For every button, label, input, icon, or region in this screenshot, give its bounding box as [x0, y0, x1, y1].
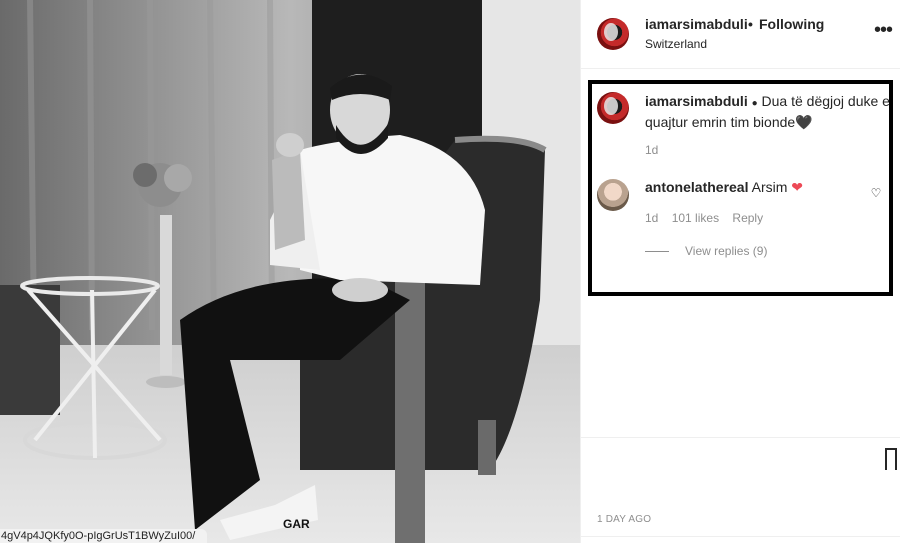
- more-options-icon[interactable]: •••: [873, 20, 893, 43]
- owner-username[interactable]: iamarsimabduli: [645, 16, 748, 32]
- post-photo[interactable]: GAR 4gV4p4JQKfy0O-pIgGrUsT1BWyZuI00/: [0, 0, 580, 543]
- post-time-ago: 1 DAY AGO: [597, 514, 652, 525]
- header-separator: •: [748, 16, 753, 32]
- bottom-divider: [581, 536, 900, 537]
- actions-divider: [581, 437, 900, 438]
- bookmark-icon[interactable]: [885, 448, 897, 470]
- following-button[interactable]: Following: [759, 16, 824, 32]
- post-location[interactable]: Switzerland: [645, 37, 707, 51]
- post-header: iamarsimabduli • Following Switzerland •…: [581, 0, 900, 69]
- owner-avatar[interactable]: [597, 18, 629, 50]
- url-tooltip: 4gV4p4JQKfy0O-pIgGrUsT1BWyZuI00/: [0, 529, 207, 543]
- photo-illustration: GAR: [0, 0, 580, 543]
- highlight-annotation-box: [588, 80, 893, 296]
- shoe-brand-text: GAR: [283, 517, 310, 531]
